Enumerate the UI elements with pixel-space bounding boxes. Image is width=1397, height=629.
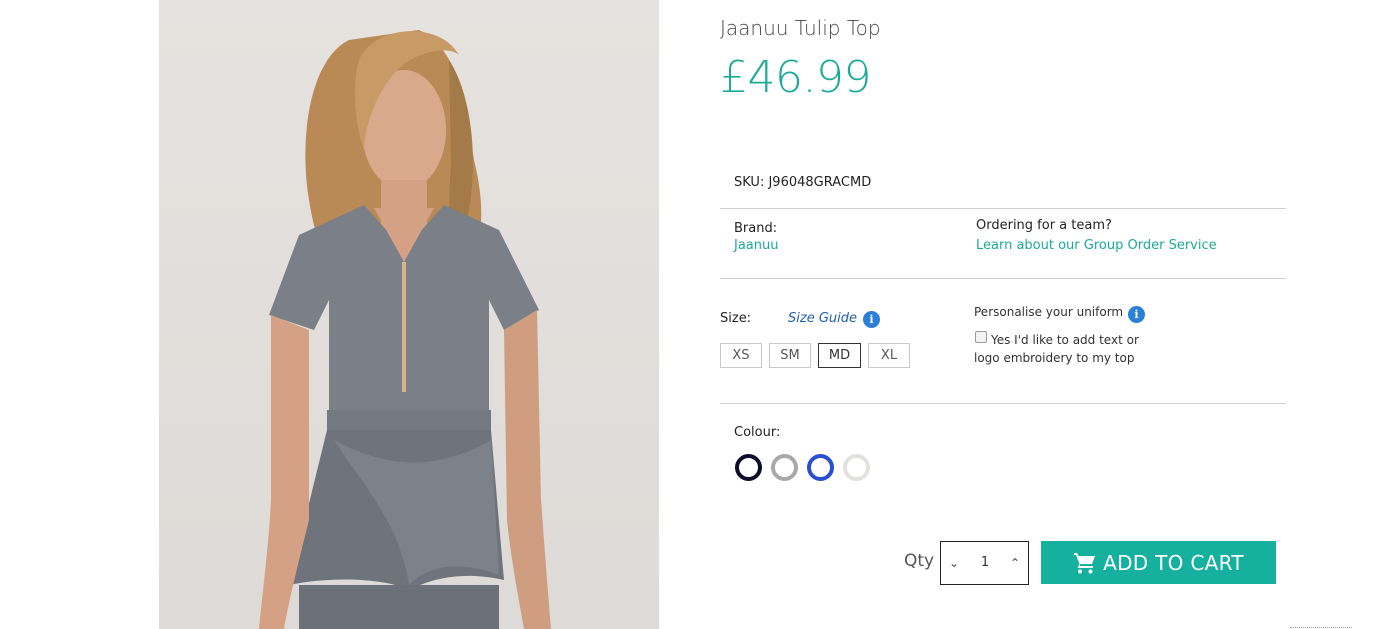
personalise-info-icon[interactable]: i <box>1128 306 1145 323</box>
product-photo-illustration <box>259 30 551 629</box>
personalise-label: Personalise your uniform <box>974 305 1124 319</box>
sku: SKU: J96048GRACMD <box>734 175 871 190</box>
cart-icon <box>1074 552 1096 573</box>
size-option-md[interactable]: MD <box>818 343 861 368</box>
size-guide-info-icon[interactable]: i <box>863 311 880 328</box>
qty-decrease-button[interactable]: ⌄ <box>947 552 961 574</box>
product-image <box>159 0 659 629</box>
colour-swatch-navy[interactable] <box>735 454 762 481</box>
add-to-cart-button[interactable]: ADD TO CART <box>1041 541 1276 584</box>
colour-swatch-grey[interactable] <box>771 454 798 481</box>
size-option-xs[interactable]: XS <box>720 343 762 368</box>
colour-swatch-royal-blue[interactable] <box>807 454 834 481</box>
sku-value: J96048GRACMD <box>768 175 872 190</box>
size-option-sm[interactable]: SM <box>769 343 811 368</box>
sku-label: SKU: <box>734 175 765 190</box>
embroidery-checkbox[interactable] <box>975 331 987 343</box>
size-label: Size: <box>720 311 752 326</box>
qty-increase-button[interactable]: ⌃ <box>1008 552 1022 574</box>
dotted-divider <box>1290 627 1352 628</box>
qty-label: Qty <box>904 551 935 571</box>
quantity-stepper: ⌄ ⌃ <box>940 541 1029 585</box>
team-order-label: Ordering for a team? <box>976 218 1112 233</box>
size-guide-link[interactable]: Size Guide <box>788 311 857 326</box>
colour-label: Colour: <box>734 425 781 440</box>
product-price: £46.99 <box>720 52 871 103</box>
size-option-xl[interactable]: XL <box>868 343 910 368</box>
product-title: Jaanuu Tulip Top <box>720 16 881 40</box>
brand-link[interactable]: Jaanuu <box>734 238 778 253</box>
add-to-cart-label: ADD TO CART <box>1103 550 1244 575</box>
group-order-link[interactable]: Learn about our Group Order Service <box>976 238 1217 253</box>
divider <box>720 208 1286 209</box>
size-options: XS SM MD XL <box>720 343 910 368</box>
colour-swatches <box>735 454 870 481</box>
embroidery-checkbox-label: Yes I'd like to add text or logo embroid… <box>974 333 1139 365</box>
divider <box>720 403 1286 404</box>
product-info-panel: Jaanuu Tulip Top £46.99 SKU: J96048GRACM… <box>720 0 1286 629</box>
qty-input[interactable] <box>971 552 999 574</box>
colour-swatch-ivory[interactable] <box>843 454 870 481</box>
brand-label: Brand: <box>734 221 778 236</box>
divider <box>720 278 1286 279</box>
